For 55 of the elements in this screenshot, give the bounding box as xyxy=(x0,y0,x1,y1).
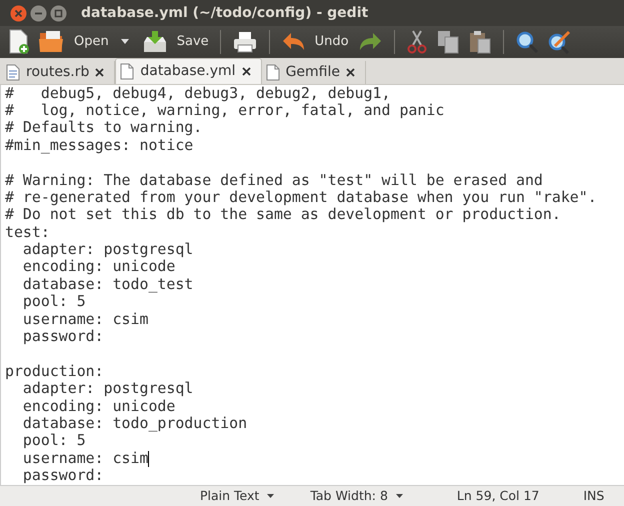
code-line: pool: 5 xyxy=(22,431,86,450)
code-line: database: todo_test xyxy=(22,274,194,293)
close-icon[interactable] xyxy=(95,68,104,77)
file-tab[interactable]: routes.rb xyxy=(2,60,116,84)
maximize-button[interactable] xyxy=(50,4,67,22)
code-line: # Do not set this db to the same as development or production. xyxy=(5,205,561,224)
new-document-icon[interactable] xyxy=(8,28,30,55)
print-icon[interactable] xyxy=(232,30,258,54)
dropdown-caret-icon[interactable] xyxy=(120,39,129,44)
close-icon[interactable] xyxy=(242,66,251,76)
code-line: # Defaults to warning. xyxy=(5,118,202,136)
undo-button[interactable]: Undo xyxy=(280,30,349,53)
file-tab[interactable]: database.yml xyxy=(115,58,262,84)
find-replace-icon[interactable] xyxy=(546,30,573,54)
code-line: encoding: unicode xyxy=(22,257,176,276)
code-line: pool: 5 xyxy=(22,292,86,310)
dropdown-caret-icon[interactable] xyxy=(396,494,403,498)
code-line: username: csim xyxy=(22,448,148,467)
language-selector[interactable]: Plain Text xyxy=(200,488,260,504)
minimize-button[interactable] xyxy=(30,4,47,22)
folder-icon xyxy=(38,30,66,54)
tab-label: database.yml xyxy=(140,63,236,80)
document-icon xyxy=(266,64,280,81)
ruby-file-icon xyxy=(6,64,20,81)
open-button[interactable]: Open xyxy=(38,30,109,54)
code-line: # log, notice, warning, error, fatal, and panic xyxy=(5,100,444,119)
code-line: password: xyxy=(22,466,104,484)
close-button[interactable] xyxy=(10,4,27,22)
code-line: # debug5, debug4, debug3, debug2, debug1, xyxy=(5,84,390,102)
code-line: adapter: postgresql xyxy=(22,240,194,258)
code-line: # Warning: The database defined as "test" will be erased and xyxy=(5,170,543,189)
paste-icon[interactable] xyxy=(468,28,492,55)
save-button[interactable]: Save xyxy=(140,30,209,54)
search-icon[interactable] xyxy=(514,30,539,54)
code-line: username: csim xyxy=(22,310,148,328)
code-line: encoding: unicode xyxy=(22,396,176,415)
tab-label: Gemfile xyxy=(286,64,340,80)
code-line: password: xyxy=(22,327,104,346)
code-line: adapter: postgresql xyxy=(22,379,194,398)
file-tab[interactable]: Gemfile xyxy=(262,60,366,84)
dropdown-caret-icon[interactable] xyxy=(267,494,274,498)
code-line: database: todo_production xyxy=(22,414,248,432)
tab-width-selector[interactable]: Tab Width: 8 xyxy=(310,488,388,504)
insert-mode: INS xyxy=(583,488,604,504)
tab-label: routes.rb xyxy=(26,64,90,80)
copy-icon[interactable] xyxy=(436,28,460,55)
window-title: database.yml (~/todo/config) - gedit xyxy=(81,5,368,21)
code-line: production: xyxy=(5,362,104,380)
cut-icon[interactable] xyxy=(406,28,428,55)
code-line: # re-generated from your development database when you run "rake". xyxy=(5,188,597,206)
code-line: #min_messages: notice xyxy=(5,136,194,154)
close-icon[interactable] xyxy=(346,68,355,77)
cursor-position: Ln 59, Col 17 xyxy=(456,488,540,504)
code-line: test: xyxy=(5,222,50,241)
document-icon xyxy=(120,62,134,80)
